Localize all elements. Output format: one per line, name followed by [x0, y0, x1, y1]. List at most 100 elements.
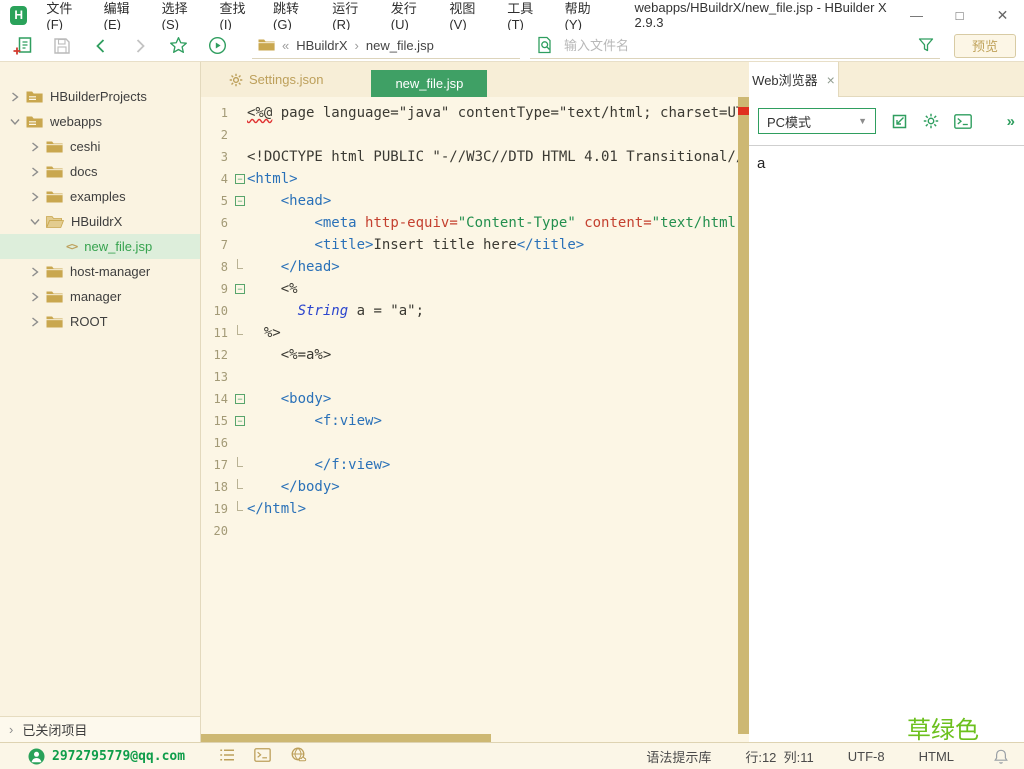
- code-line-3[interactable]: 3<!DOCTYPE html PUBLIC "-//W3C//DTD HTML…: [201, 146, 749, 168]
- bookmark-button[interactable]: [166, 33, 191, 59]
- syntax-lib-item[interactable]: 语法提示库: [646, 747, 711, 766]
- code-line-8[interactable]: 8 </head>: [201, 256, 749, 278]
- code-line-10[interactable]: 10 String a = "a";: [201, 300, 749, 322]
- code-line-9[interactable]: 9− <%: [201, 278, 749, 300]
- tree-item-label: new_file.jsp: [84, 239, 152, 254]
- breadcrumb-collapse-icon[interactable]: «: [282, 38, 289, 53]
- tree-item-HBuildrX[interactable]: HBuildrX: [0, 209, 200, 234]
- new-file-icon: [13, 36, 33, 56]
- minimize-button[interactable]: —: [895, 8, 938, 23]
- menu-run[interactable]: 运行(R): [322, 0, 381, 32]
- menu-find[interactable]: 查找(I): [210, 0, 264, 32]
- console-button[interactable]: [954, 114, 972, 129]
- code-line-4[interactable]: 4−<html>: [201, 168, 749, 190]
- menu-goto[interactable]: 跳转(G): [263, 0, 322, 32]
- code-line-2[interactable]: 2: [201, 124, 749, 146]
- tree-item-HBuilderProjects[interactable]: HBuilderProjects: [0, 84, 200, 109]
- line-number: 7: [201, 238, 233, 252]
- code-line-12[interactable]: 12 <%=a%>: [201, 344, 749, 366]
- cursor-position-item[interactable]: 行:12 列:11: [745, 747, 813, 766]
- builtin-browser-button[interactable]: [290, 747, 307, 765]
- run-button[interactable]: [205, 33, 230, 59]
- breadcrumb-current[interactable]: new_file.jsp: [366, 38, 434, 53]
- search-input[interactable]: [564, 38, 908, 53]
- fold-collapse-icon[interactable]: −: [235, 284, 245, 294]
- code-line-19[interactable]: 19</html>: [201, 498, 749, 520]
- tree-item-examples[interactable]: examples: [0, 184, 200, 209]
- rendered-page-text: a: [757, 155, 765, 172]
- code-line-7[interactable]: 7 <title>Insert title here</title>: [201, 234, 749, 256]
- tree-item-manager[interactable]: manager: [0, 284, 200, 309]
- tree-chevron[interactable]: [6, 118, 23, 126]
- menu-select[interactable]: 选择(S): [152, 0, 210, 32]
- code-line-20[interactable]: 20: [201, 520, 749, 542]
- tree-item-new_file.jsp[interactable]: <>new_file.jsp: [0, 234, 200, 259]
- tree-item-webapps[interactable]: webapps: [0, 109, 200, 134]
- account-item[interactable]: 2972795779@qq.com: [28, 748, 185, 765]
- preview-button[interactable]: 预览: [954, 34, 1016, 58]
- filetype-item[interactable]: HTML: [919, 749, 954, 764]
- code-line-14[interactable]: 14− <body>: [201, 388, 749, 410]
- menu-tools[interactable]: 工具(T): [497, 0, 554, 32]
- tree-chevron[interactable]: [26, 142, 43, 152]
- fold-collapse-icon[interactable]: −: [235, 196, 245, 206]
- menu-edit[interactable]: 编辑(E): [94, 0, 152, 32]
- account-email: 2972795779@qq.com: [52, 749, 185, 764]
- breadcrumb[interactable]: « HBuildrX › new_file.jsp: [252, 33, 520, 59]
- menu-view[interactable]: 视图(V): [439, 0, 497, 32]
- menu-publish[interactable]: 发行(U): [381, 0, 440, 32]
- maximize-button[interactable]: □: [938, 8, 981, 23]
- tree-item-host-manager[interactable]: host-manager: [0, 259, 200, 284]
- navigate-back-button[interactable]: [88, 33, 113, 59]
- code-area[interactable]: 1<%@ page language="java" contentType="t…: [201, 97, 749, 742]
- outline-button[interactable]: [219, 748, 235, 765]
- encoding-item[interactable]: UTF-8: [848, 749, 885, 764]
- code-line-17[interactable]: 17 </f:view>: [201, 454, 749, 476]
- vertical-scrollbar[interactable]: [738, 97, 749, 734]
- tree-chevron[interactable]: [26, 218, 43, 226]
- more-actions-button[interactable]: »: [1007, 113, 1015, 130]
- tree-chevron[interactable]: [26, 167, 43, 177]
- code-line-5[interactable]: 5− <head>: [201, 190, 749, 212]
- tree-chevron[interactable]: [26, 192, 43, 202]
- tree-item-ROOT[interactable]: ROOT: [0, 309, 200, 334]
- tab-settings-json[interactable]: Settings.json: [215, 62, 337, 97]
- code-line-15[interactable]: 15− <f:view>: [201, 410, 749, 432]
- tree-chevron[interactable]: [26, 267, 43, 277]
- tree-chevron[interactable]: [26, 317, 43, 327]
- menu-help[interactable]: 帮助(Y): [555, 0, 613, 32]
- closed-projects-row[interactable]: › 已关闭项目: [0, 716, 200, 742]
- breadcrumb-root[interactable]: HBuildrX: [296, 38, 347, 53]
- hbuilderx-window: H 文件(F)编辑(E)选择(S)查找(I)跳转(G)运行(R)发行(U)视图(…: [0, 0, 1024, 769]
- notifications-button[interactable]: [994, 749, 1008, 764]
- open-in-browser-button[interactable]: [891, 113, 908, 130]
- tree-chevron[interactable]: [6, 92, 23, 102]
- close-button[interactable]: ✕: [981, 7, 1024, 24]
- fold-end-mark: [237, 501, 243, 511]
- code-line-11[interactable]: 11 %>: [201, 322, 749, 344]
- terminal-button[interactable]: [254, 748, 271, 765]
- code-line-6[interactable]: 6 <meta http-equiv="Content-Type" conten…: [201, 212, 749, 234]
- new-file-button[interactable]: [10, 33, 35, 59]
- fold-collapse-icon[interactable]: −: [235, 174, 245, 184]
- save-button[interactable]: [49, 33, 74, 59]
- code-line-16[interactable]: 16: [201, 432, 749, 454]
- mode-select-dropdown[interactable]: PC模式 ▼: [758, 108, 876, 134]
- menu-file[interactable]: 文件(F): [36, 0, 93, 32]
- fold-collapse-icon[interactable]: −: [235, 416, 245, 426]
- code-text: <%@ page language="java" contentType="te…: [247, 105, 749, 121]
- code-line-18[interactable]: 18 </body>: [201, 476, 749, 498]
- tab-new-file-jsp[interactable]: new_file.jsp: [371, 70, 487, 97]
- tree-chevron[interactable]: [26, 292, 43, 302]
- filter-icon[interactable]: [918, 37, 934, 53]
- code-line-1[interactable]: 1<%@ page language="java" contentType="t…: [201, 102, 749, 124]
- horizontal-scrollbar[interactable]: [201, 734, 491, 742]
- close-tab-icon[interactable]: ×: [827, 72, 835, 88]
- tree-item-docs[interactable]: docs: [0, 159, 200, 184]
- fold-collapse-icon[interactable]: −: [235, 394, 245, 404]
- tab-web-browser[interactable]: Web浏览器 ×: [749, 62, 839, 97]
- tree-item-ceshi[interactable]: ceshi: [0, 134, 200, 159]
- code-line-13[interactable]: 13: [201, 366, 749, 388]
- browser-settings-button[interactable]: [923, 113, 939, 129]
- navigate-forward-button[interactable]: [127, 33, 152, 59]
